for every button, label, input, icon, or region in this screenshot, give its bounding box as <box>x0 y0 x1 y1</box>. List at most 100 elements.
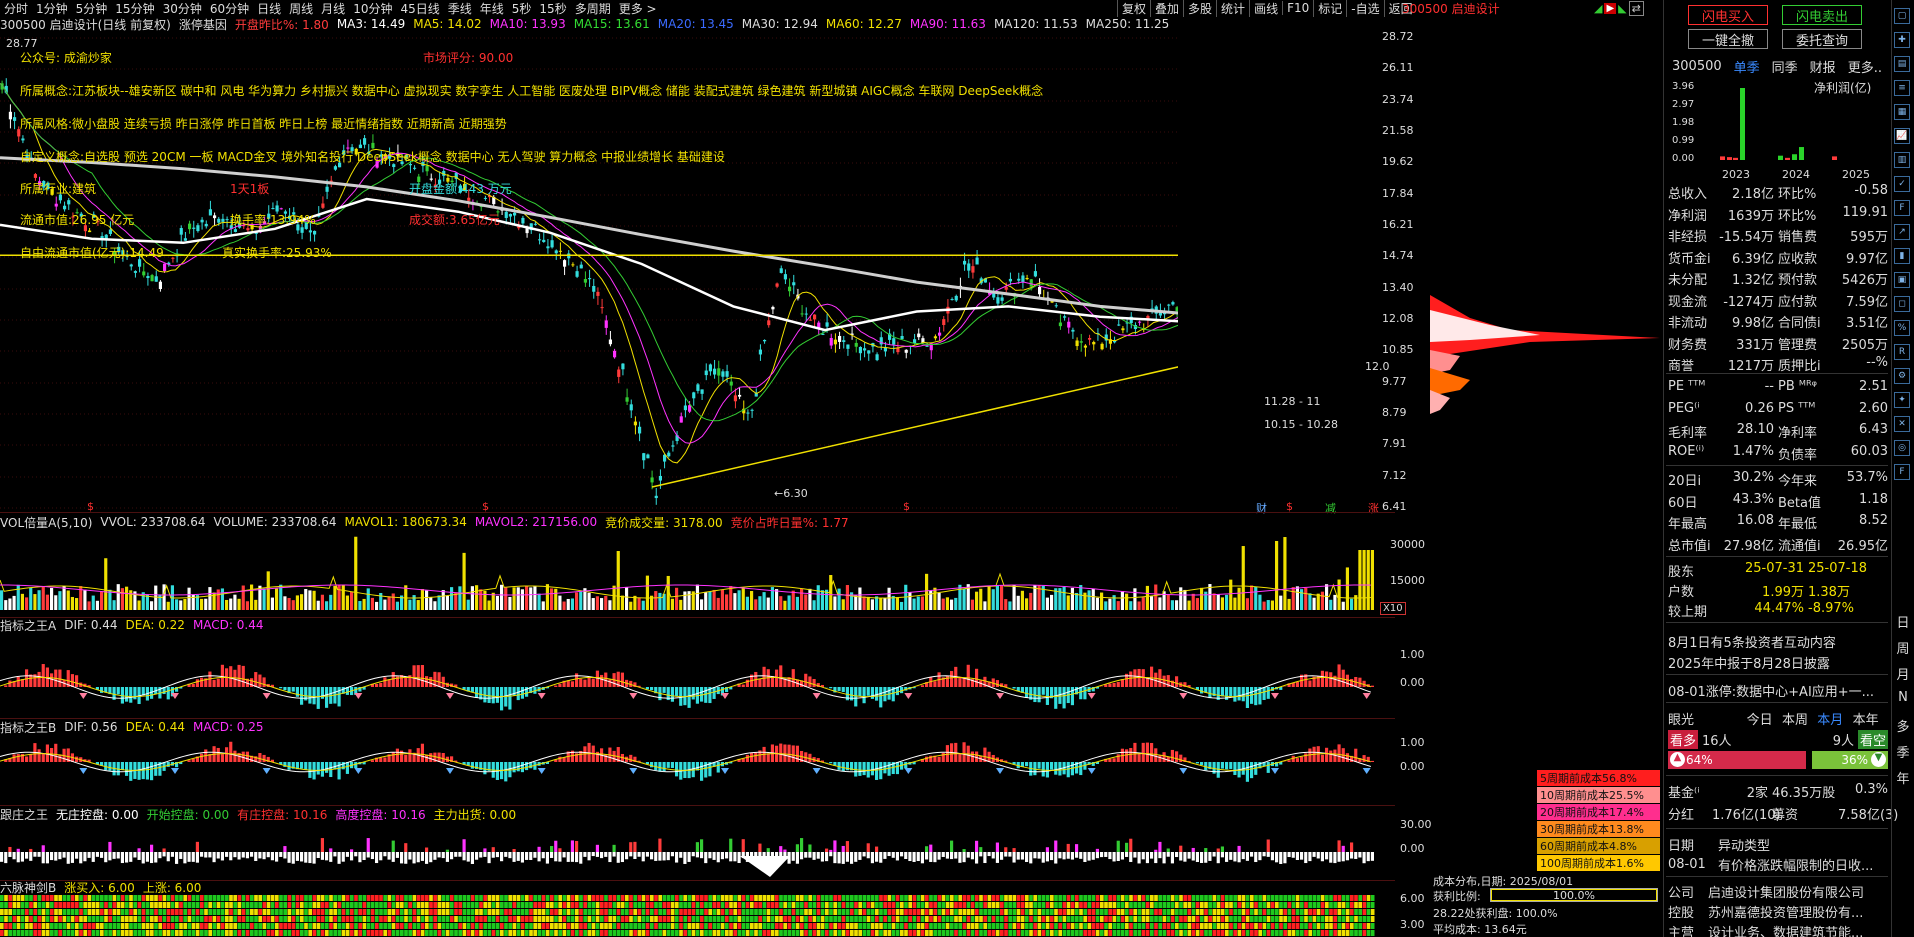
flash-buy-button[interactable]: 闪电买入 <box>1688 5 1768 25</box>
indicator-name[interactable]: 涨停基因 <box>179 16 227 33</box>
side-period-2[interactable]: 月 <box>1896 664 1910 683</box>
pulse-cell <box>1308 909 1312 915</box>
grid-icon[interactable]: ▦ <box>1894 104 1910 120</box>
chart2-icon[interactable]: ↗ <box>1894 224 1910 240</box>
event-row[interactable]: 08-01 有价格涨跌幅限制的日收... <box>1668 855 1888 874</box>
arrow-down-icon[interactable]: ◣ <box>1618 2 1626 15</box>
period-tab-6[interactable]: 日线 <box>253 0 285 17</box>
box-icon[interactable]: ▣ <box>1894 272 1910 288</box>
macd-b-chart[interactable] <box>0 734 1380 804</box>
macd-bar <box>1054 687 1058 709</box>
news-item-1[interactable]: 8月1日有5条投资者互动内容 <box>1668 632 1836 651</box>
tick-icon[interactable]: ✓ <box>1894 176 1910 192</box>
news-item-3[interactable]: 08-01涨停:数据中心+AI应用+一... <box>1668 681 1874 700</box>
period-tab-13[interactable]: 5秒 <box>508 0 536 17</box>
pulse-cell <box>1150 923 1154 929</box>
candle-body <box>704 370 708 376</box>
event-mark-finance[interactable]: 财 <box>1256 500 1267 516</box>
F10-icon[interactable]: F <box>1894 200 1910 216</box>
sq-icon[interactable]: ◻ <box>1894 296 1910 312</box>
flash-sell-button[interactable]: 闪电卖出 <box>1782 5 1862 25</box>
banker-title[interactable]: 跟庄之王 <box>0 806 48 823</box>
side-period-3[interactable]: N <box>1896 690 1910 705</box>
tab-single-quarter[interactable]: 单季 <box>1734 57 1760 76</box>
volume-bar <box>1266 600 1270 610</box>
tool-button-1[interactable]: 叠加 <box>1150 0 1183 17</box>
news-item-2[interactable]: 2025年中报于8月28日披露 <box>1668 653 1830 672</box>
six-pulse-chart[interactable] <box>0 895 1380 937</box>
gear-icon[interactable]: ⚙ <box>1894 368 1910 384</box>
pulse-cell <box>645 930 650 936</box>
macd-a-title[interactable]: 指标之王A <box>0 617 56 634</box>
side-period-6[interactable]: 年 <box>1896 768 1910 787</box>
tool-button-3[interactable]: 统计 <box>1216 0 1249 17</box>
macd-bar <box>137 762 141 780</box>
tool-button-5[interactable]: F10 <box>1282 1 1313 15</box>
order-query-button[interactable]: 委托查询 <box>1782 29 1862 49</box>
vol-title[interactable]: VOL倍量A(5,10) <box>0 514 92 531</box>
F-icon[interactable]: F <box>1894 464 1910 480</box>
period-tab-9[interactable]: 10分钟 <box>349 0 396 17</box>
side-period-5[interactable]: 季 <box>1896 742 1910 761</box>
tool-button-4[interactable]: 画线 <box>1249 0 1282 17</box>
period-tab-3[interactable]: 15分钟 <box>111 0 158 17</box>
period-tab-16[interactable]: 更多 > <box>615 0 661 17</box>
tab-month[interactable]: 本月 <box>1817 709 1852 728</box>
period-tab-5[interactable]: 60分钟 <box>206 0 253 17</box>
list-icon[interactable]: ≡ <box>1894 80 1910 96</box>
price-chart[interactable] <box>0 32 1178 512</box>
clear-all-button[interactable]: 一键全撤 <box>1688 29 1768 49</box>
period-tab-4[interactable]: 30分钟 <box>159 0 206 17</box>
tool-button-2[interactable]: 多股 <box>1183 0 1216 17</box>
side-period-0[interactable]: 日 <box>1896 612 1910 631</box>
chart-icon[interactable]: 📈 <box>1894 128 1910 144</box>
thumb-up-icon[interactable]: ▲ <box>1670 752 1685 767</box>
period-tab-15[interactable]: 多周期 <box>571 0 615 17</box>
six-pulse-title[interactable]: 六脉神剑B <box>0 879 56 896</box>
side-period-4[interactable]: 多 <box>1896 716 1910 735</box>
period-tab-14[interactable]: 15秒 <box>535 0 570 17</box>
macd-b-title[interactable]: 指标之王B <box>0 719 56 736</box>
bars-icon[interactable]: ▥ <box>1894 152 1910 168</box>
period-tab-0[interactable]: 分时 <box>0 0 32 17</box>
banker-chart[interactable] <box>0 822 1380 880</box>
period-tab-12[interactable]: 年线 <box>476 0 508 17</box>
period-tab-2[interactable]: 5分钟 <box>72 0 112 17</box>
RSI-icon[interactable]: R <box>1894 344 1910 360</box>
window-icon[interactable]: ▢ <box>1894 8 1910 24</box>
tab-year[interactable]: 本年 <box>1853 709 1888 728</box>
tab-same-quarter[interactable]: 同季 <box>1772 57 1798 76</box>
period-tab-1[interactable]: 1分钟 <box>32 0 72 17</box>
period-tab-8[interactable]: 月线 <box>317 0 349 17</box>
tab-more[interactable]: 更多.. <box>1848 57 1882 76</box>
tab-week[interactable]: 本周 <box>1782 709 1817 728</box>
event-mark-reduce[interactable]: 减 <box>1325 500 1336 516</box>
swap-icon[interactable]: ⇄ <box>1628 0 1644 16</box>
pulse-cell <box>25 923 29 929</box>
bars2-icon[interactable]: ▮ <box>1894 248 1910 264</box>
tool-button-6[interactable]: 标记 <box>1313 0 1346 17</box>
tab-today[interactable]: 今日 <box>1747 709 1782 728</box>
rss-icon[interactable]: ◎ <box>1894 440 1910 456</box>
arrow-up-icon[interactable]: ◢ <box>1594 2 1602 15</box>
flag-icon[interactable]: ▶ <box>1604 2 1617 14</box>
doc-icon[interactable]: ▤ <box>1894 56 1910 72</box>
pulse-cell <box>654 930 658 936</box>
tab-report[interactable]: 财报 <box>1810 57 1836 76</box>
macd-a-chart[interactable] <box>0 632 1380 718</box>
sentiment-bar[interactable]: 64% 36% ▲ ▼ <box>1668 751 1888 769</box>
period-tab-11[interactable]: 季线 <box>444 0 476 17</box>
event-mark-limit[interactable]: 涨 <box>1368 500 1379 516</box>
period-tab-10[interactable]: 45日线 <box>396 0 443 17</box>
thumb-down-icon[interactable]: ▼ <box>1871 752 1886 767</box>
pin-icon[interactable]: ✚ <box>1894 32 1910 48</box>
gear2-icon[interactable]: ✦ <box>1894 392 1910 408</box>
banker-bar <box>212 852 216 863</box>
volume-chart[interactable] <box>0 530 1380 616</box>
tool-button-7[interactable]: -自选 <box>1346 0 1383 17</box>
cross-icon[interactable]: ✕ <box>1894 416 1910 432</box>
side-period-1[interactable]: 周 <box>1896 638 1910 657</box>
tool-button-0[interactable]: 复权 <box>1117 0 1150 17</box>
pct-icon[interactable]: % <box>1894 320 1910 336</box>
period-tab-7[interactable]: 周线 <box>285 0 317 17</box>
